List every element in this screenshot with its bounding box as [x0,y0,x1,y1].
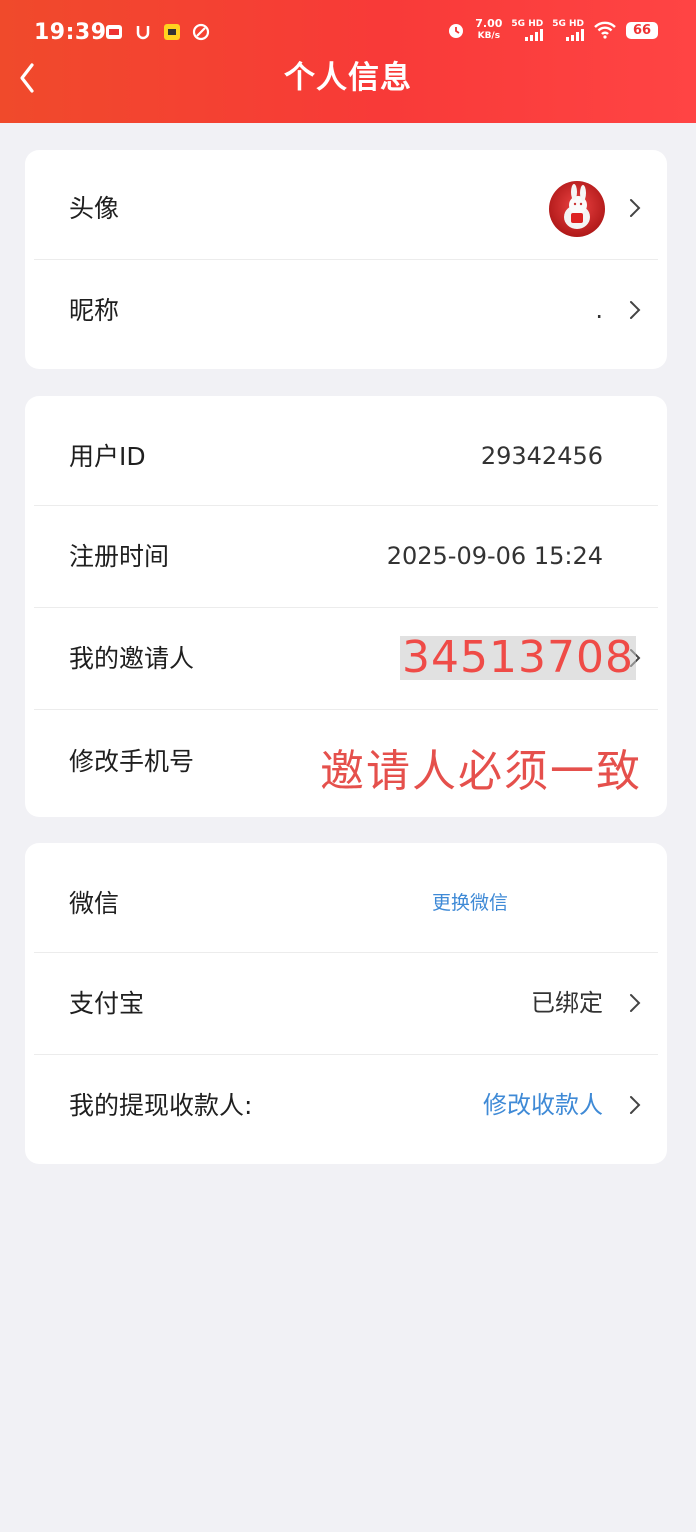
profile-card: 头像 昵称 . [25,150,667,369]
battery-icon: 66 [626,21,658,39]
status-time: 19:39 [34,20,107,45]
wechat-label: 微信 [69,889,120,918]
notification-icons [104,22,211,42]
payment-card: 微信 更换微信 支付宝 已绑定 我的提现收款人: 修改收款人 [25,843,667,1164]
register-time-label: 注册时间 [69,542,170,571]
page-title: 个人信息 [284,60,412,96]
app-notification-icon [106,25,122,39]
chevron-right-icon [630,199,641,217]
avatar[interactable] [549,181,605,237]
annotation-note: 邀请人必须一致 [320,746,642,797]
nickname-row[interactable]: 昵称 . [34,260,658,369]
change-payee-link[interactable]: 修改收款人 [483,1055,603,1156]
wifi-icon [594,21,616,39]
avatar-label: 头像 [69,194,120,223]
alarm-icon [449,24,464,38]
signal-sim2: 5G HD [552,19,584,41]
payee-label: 我的提现收款人: [69,1091,253,1120]
user-id-label: 用户ID [69,442,146,471]
nickname-value: . [595,296,603,324]
status-bar: 19:39 7.00 KB/s 5G HD 5G HD 66 [0,0,696,62]
wechat-row[interactable]: 微信 更换微信 [34,843,658,953]
change-wechat-link[interactable]: 更换微信 [432,843,508,964]
avatar-bunny-image [564,184,590,229]
app-yellow-icon [164,24,180,40]
app-link-icon [192,23,210,41]
user-id-value: 29342456 [480,442,603,470]
avatar-row[interactable]: 头像 [34,150,658,260]
inviter-value: 34513708 [400,632,636,683]
header-bar: 19:39 7.00 KB/s 5G HD 5G HD 66 个人信息 [0,0,696,123]
net-speed: 7.00 KB/s [475,17,503,42]
alipay-row[interactable]: 支付宝 已绑定 [34,953,658,1055]
chevron-right-icon [630,1096,641,1114]
alipay-status: 已绑定 [531,989,603,1017]
alipay-label: 支付宝 [69,989,145,1018]
payee-row[interactable]: 我的提现收款人: 修改收款人 [34,1055,658,1156]
status-right: 7.00 KB/s 5G HD 5G HD 66 [446,18,658,42]
chevron-right-icon [630,301,641,319]
signal-sim1: 5G HD [511,19,544,41]
chevron-right-icon [630,994,641,1012]
nav-bar: 个人信息 [0,58,696,100]
user-id-row: 用户ID 29342456 [34,396,658,506]
phone-label: 修改手机号 [69,747,195,776]
register-time-row: 注册时间 2025-09-06 15:24 [34,506,658,608]
nickname-label: 昵称 [69,296,120,325]
register-time-value: 2025-09-06 15:24 [386,542,603,570]
app-u-icon [136,26,150,40]
inviter-label: 我的邀请人 [69,644,195,673]
